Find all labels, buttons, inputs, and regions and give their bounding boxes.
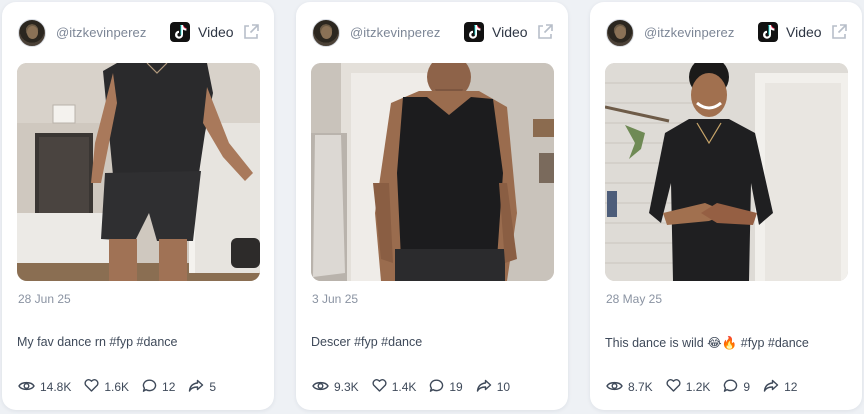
video-thumbnail[interactable]: [605, 63, 848, 281]
comment-icon: [142, 378, 162, 396]
heart-icon: [372, 379, 392, 395]
engagement-stats: 14.8K 1.6K 12 5: [18, 378, 229, 396]
video-thumbnail[interactable]: [17, 63, 260, 281]
avatar[interactable]: [18, 19, 46, 47]
shares-stat: 5: [188, 379, 216, 395]
eye-icon: [18, 380, 40, 395]
creator-handle[interactable]: @itzkevinperez: [56, 25, 146, 40]
shares-count: 5: [209, 380, 217, 394]
post-type-label: Video: [786, 24, 822, 40]
likes-count: 1.6K: [104, 380, 130, 394]
post-date: 28 May 25: [606, 292, 663, 306]
creator-handle[interactable]: @itzkevinperez: [644, 25, 734, 40]
views-count: 8.7K: [628, 380, 653, 394]
avatar[interactable]: [312, 19, 340, 47]
likes-count: 1.4K: [391, 380, 417, 394]
external-link-icon[interactable]: [536, 23, 554, 41]
views-stat: 14.8K: [18, 380, 71, 395]
likes-stat: 1.6K: [84, 379, 129, 395]
shares-stat: 10: [476, 379, 510, 395]
share-icon: [763, 379, 784, 395]
post-header: @itzkevinperez Video: [18, 18, 260, 48]
post-type-label: Video: [492, 24, 528, 40]
post-card[interactable]: @itzkevinperez Video: [590, 2, 862, 410]
comments-count: 9: [743, 380, 751, 394]
views-count: 9.3K: [334, 380, 359, 394]
comments-count: 19: [449, 380, 463, 394]
video-thumbnail[interactable]: [311, 63, 554, 281]
views-count: 14.8K: [40, 380, 72, 394]
likes-stat: 1.4K: [372, 379, 417, 395]
eye-icon: [312, 380, 334, 395]
share-icon: [476, 379, 497, 395]
comments-stat: 19: [429, 378, 463, 396]
post-caption: Descer #fyp #dance: [311, 335, 423, 349]
shares-stat: 12: [763, 379, 797, 395]
post-header: @itzkevinperez Video: [606, 18, 848, 48]
shares-count: 10: [496, 380, 511, 394]
views-stat: 8.7K: [606, 380, 653, 395]
external-link-icon[interactable]: [242, 23, 260, 41]
post-card[interactable]: @itzkevinperez Video 3 Jun 25 Descer #fy…: [296, 2, 568, 410]
post-date: 3 Jun 25: [312, 292, 359, 306]
avatar[interactable]: [606, 19, 634, 47]
heart-icon: [666, 379, 686, 395]
comment-icon: [429, 378, 449, 396]
share-icon: [188, 379, 209, 395]
post-caption: This dance is wild 😂🔥 #fyp #dance: [605, 336, 809, 350]
creator-handle[interactable]: @itzkevinperez: [350, 25, 440, 40]
comments-stat: 12: [142, 378, 176, 396]
comments-stat: 9: [723, 378, 751, 396]
engagement-stats: 8.7K 1.2K 9 12: [606, 378, 810, 396]
eye-icon: [606, 380, 628, 395]
likes-count: 1.2K: [685, 380, 711, 394]
tiktok-icon: [170, 22, 190, 42]
post-caption: My fav dance rn #fyp #dance: [17, 335, 178, 349]
comments-count: 12: [162, 380, 176, 394]
likes-stat: 1.2K: [666, 379, 711, 395]
post-date: 28 Jun 25: [18, 292, 71, 306]
tiktok-icon: [464, 22, 484, 42]
engagement-stats: 9.3K 1.4K 19 10: [312, 378, 523, 396]
tiktok-icon: [758, 22, 778, 42]
shares-count: 12: [784, 380, 798, 394]
heart-icon: [84, 379, 104, 395]
post-header: @itzkevinperez Video: [312, 18, 554, 48]
post-card[interactable]: @itzkevinperez Video: [2, 2, 274, 410]
post-type-label: Video: [198, 24, 234, 40]
comment-icon: [723, 378, 743, 396]
external-link-icon[interactable]: [830, 23, 848, 41]
views-stat: 9.3K: [312, 380, 359, 395]
